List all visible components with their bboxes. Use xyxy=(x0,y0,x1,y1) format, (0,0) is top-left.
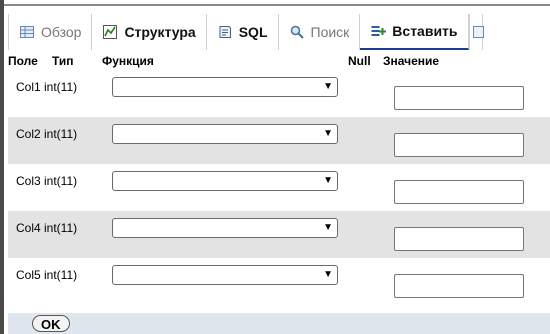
function-select[interactable]: ▼ xyxy=(112,265,338,285)
field-type: int(11) xyxy=(44,127,78,141)
tab-insert[interactable]: Вставить xyxy=(360,14,469,50)
frame-top-rule xyxy=(4,4,550,6)
dropdown-arrow-icon: ▼ xyxy=(323,128,333,139)
function-select[interactable]: ▼ xyxy=(112,124,338,144)
field-type: int(11) xyxy=(44,174,78,188)
field-name: Col5 xyxy=(16,268,41,282)
table-row: Col5 int(11) ▼ xyxy=(8,258,550,305)
tab-insert-label: Вставить xyxy=(392,23,458,39)
value-input[interactable] xyxy=(394,227,524,251)
frame-left-border xyxy=(0,0,4,334)
value-input[interactable] xyxy=(394,86,524,110)
tab-sql[interactable]: SQL xyxy=(206,14,279,50)
insert-icon xyxy=(370,23,387,39)
value-input[interactable] xyxy=(394,180,524,204)
search-icon xyxy=(289,24,305,40)
field-name: Col3 xyxy=(16,174,41,188)
insert-page: Обзор Структура SQL Поиск Вставить Поле … xyxy=(0,0,550,334)
dropdown-arrow-icon: ▼ xyxy=(323,222,333,233)
function-select[interactable]: ▼ xyxy=(112,218,338,238)
header-null: Null xyxy=(348,54,371,68)
columns-header: Поле Тип Функция Null Значение xyxy=(8,54,550,69)
tab-browse[interactable]: Обзор xyxy=(8,14,93,50)
header-type: Тип xyxy=(52,54,74,68)
field-type: int(11) xyxy=(44,268,78,282)
table-row: Col4 int(11) ▼ xyxy=(8,211,550,258)
value-input[interactable] xyxy=(394,274,524,298)
dropdown-arrow-icon: ▼ xyxy=(323,269,333,280)
dropdown-arrow-icon: ▼ xyxy=(323,175,333,186)
field-name: Col2 xyxy=(16,127,41,141)
ok-button[interactable]: OK xyxy=(32,315,70,332)
form-footer: OK xyxy=(8,313,550,334)
tab-search[interactable]: Поиск xyxy=(278,14,361,50)
dropdown-arrow-icon: ▼ xyxy=(323,81,333,92)
header-field: Поле xyxy=(8,54,38,68)
function-select[interactable]: ▼ xyxy=(112,77,338,97)
tab-search-label: Поиск xyxy=(310,24,350,40)
function-select[interactable]: ▼ xyxy=(112,171,338,191)
table-browse-icon xyxy=(19,24,35,40)
value-input[interactable] xyxy=(394,133,524,157)
header-value: Значение xyxy=(383,54,440,68)
tab-browse-label: Обзор xyxy=(41,24,82,40)
tab-structure[interactable]: Структура xyxy=(92,14,207,50)
tab-sql-label: SQL xyxy=(238,24,268,40)
tab-bar: Обзор Структура SQL Поиск Вставить xyxy=(8,14,550,50)
field-type: int(11) xyxy=(44,221,78,235)
field-type: int(11) xyxy=(44,80,78,94)
field-name: Col4 xyxy=(16,221,41,235)
header-function: Функция xyxy=(102,54,154,68)
table-row: Col2 int(11) ▼ xyxy=(8,117,550,164)
structure-icon xyxy=(102,24,118,40)
tab-structure-label: Структура xyxy=(124,24,196,40)
sql-icon xyxy=(217,24,233,40)
field-name: Col1 xyxy=(16,80,41,94)
table-row: Col3 int(11) ▼ xyxy=(8,164,550,211)
tab-more-partial[interactable] xyxy=(468,14,484,50)
export-icon xyxy=(472,24,484,40)
table-row: Col1 int(11) ▼ xyxy=(8,70,550,117)
